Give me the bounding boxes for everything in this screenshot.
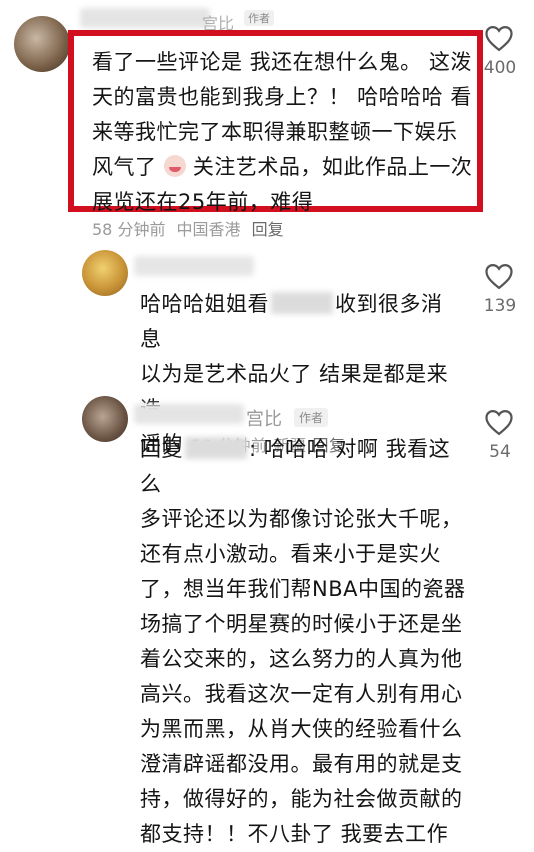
- comment-text[interactable]: 看了一些评论是 我还在想什么鬼。 这泼 天的富贵也能到我身上？！ 哈哈哈哈 看 …: [92, 45, 480, 220]
- redacted-text: [185, 437, 247, 459]
- reply-prefix: 回复: [140, 437, 183, 461]
- comment-line: 还有点小激动。看来小于是实火: [140, 542, 441, 566]
- comment-line: 展览还在25年前，难得: [92, 190, 314, 214]
- comment-line: 场搞了个明星赛的时候小于还是坐: [140, 612, 463, 636]
- avatar[interactable]: [82, 250, 128, 296]
- like-button[interactable]: [484, 408, 514, 436]
- comment-line: 着公交来的，这么努力的人真为他: [140, 647, 463, 671]
- comment-line: 看了一些评论是 我还在想什么鬼。 这泼: [92, 50, 472, 74]
- heart-outline-icon: [485, 25, 513, 52]
- reply-button[interactable]: 回复: [252, 220, 284, 239]
- heart-outline-icon: [485, 263, 513, 290]
- commenter-name-redacted[interactable]: [80, 8, 210, 28]
- comment-line-part: 哈哈哈姐姐看: [140, 292, 269, 316]
- comment-line: 澄清辟谣都没用。最有用的就是支: [140, 752, 463, 776]
- like-count: 400: [483, 58, 517, 78]
- comment-line: 持，做得好的，能为社会做贡献的: [140, 787, 463, 811]
- avatar[interactable]: [82, 396, 128, 442]
- heart-outline-icon: [485, 409, 513, 436]
- like-button[interactable]: [484, 262, 514, 290]
- avatar[interactable]: [14, 16, 70, 72]
- timestamp: 58 分钟前: [92, 220, 166, 239]
- comment-line: 多评论还以为都像讨论张大千呢，: [140, 507, 463, 531]
- location: 中国香港: [176, 220, 241, 239]
- comment-line: 为黑而黑，从肖大侠的经验看什么: [140, 717, 463, 741]
- comment-meta: 58 分钟前 中国香港 回复: [92, 216, 284, 240]
- comment-line: 来等我忙完了本职得兼职整顿一下娱乐: [92, 120, 458, 144]
- comment-line: 高兴。我看这次一定有人别有用心: [140, 682, 463, 706]
- commenter-name-redacted[interactable]: [134, 404, 244, 424]
- comment-line: 风气了 关注艺术品，如此作品上一次: [92, 150, 480, 185]
- author-badge: 作者: [294, 408, 329, 427]
- comment-text[interactable]: 回复: 哈哈哈 对啊 我看这么 多评论还以为都像讨论张大千呢， 还有点小激动。看…: [140, 432, 470, 852]
- commenter-name[interactable]: 宫比: [246, 405, 282, 431]
- comment-line: 哈哈哈姐姐看 收到很多消息: [140, 287, 460, 357]
- author-badge: 作者: [244, 10, 274, 26]
- comment-line-part: 关注艺术品，如此作品上一次: [185, 155, 473, 179]
- commenter-name-redacted[interactable]: [134, 256, 254, 276]
- comment-line-part: 风气了: [92, 155, 164, 179]
- comment-line: 天的富贵也能到我身上？！ 哈哈哈哈 看: [92, 85, 472, 109]
- like-count: 139: [483, 296, 517, 316]
- like-button[interactable]: [484, 24, 514, 52]
- comment-line: 了，想当年我们帮NBA中国的瓷器: [140, 577, 466, 601]
- comment-line: 回复: 哈哈哈 对啊 我看这么: [140, 432, 470, 502]
- like-count: 54: [489, 442, 511, 462]
- comment-line: 都支持！！不八卦了 我要去工作: [140, 822, 449, 846]
- crying-laughing-emoji-icon: [163, 155, 186, 177]
- redacted-text: [271, 292, 333, 314]
